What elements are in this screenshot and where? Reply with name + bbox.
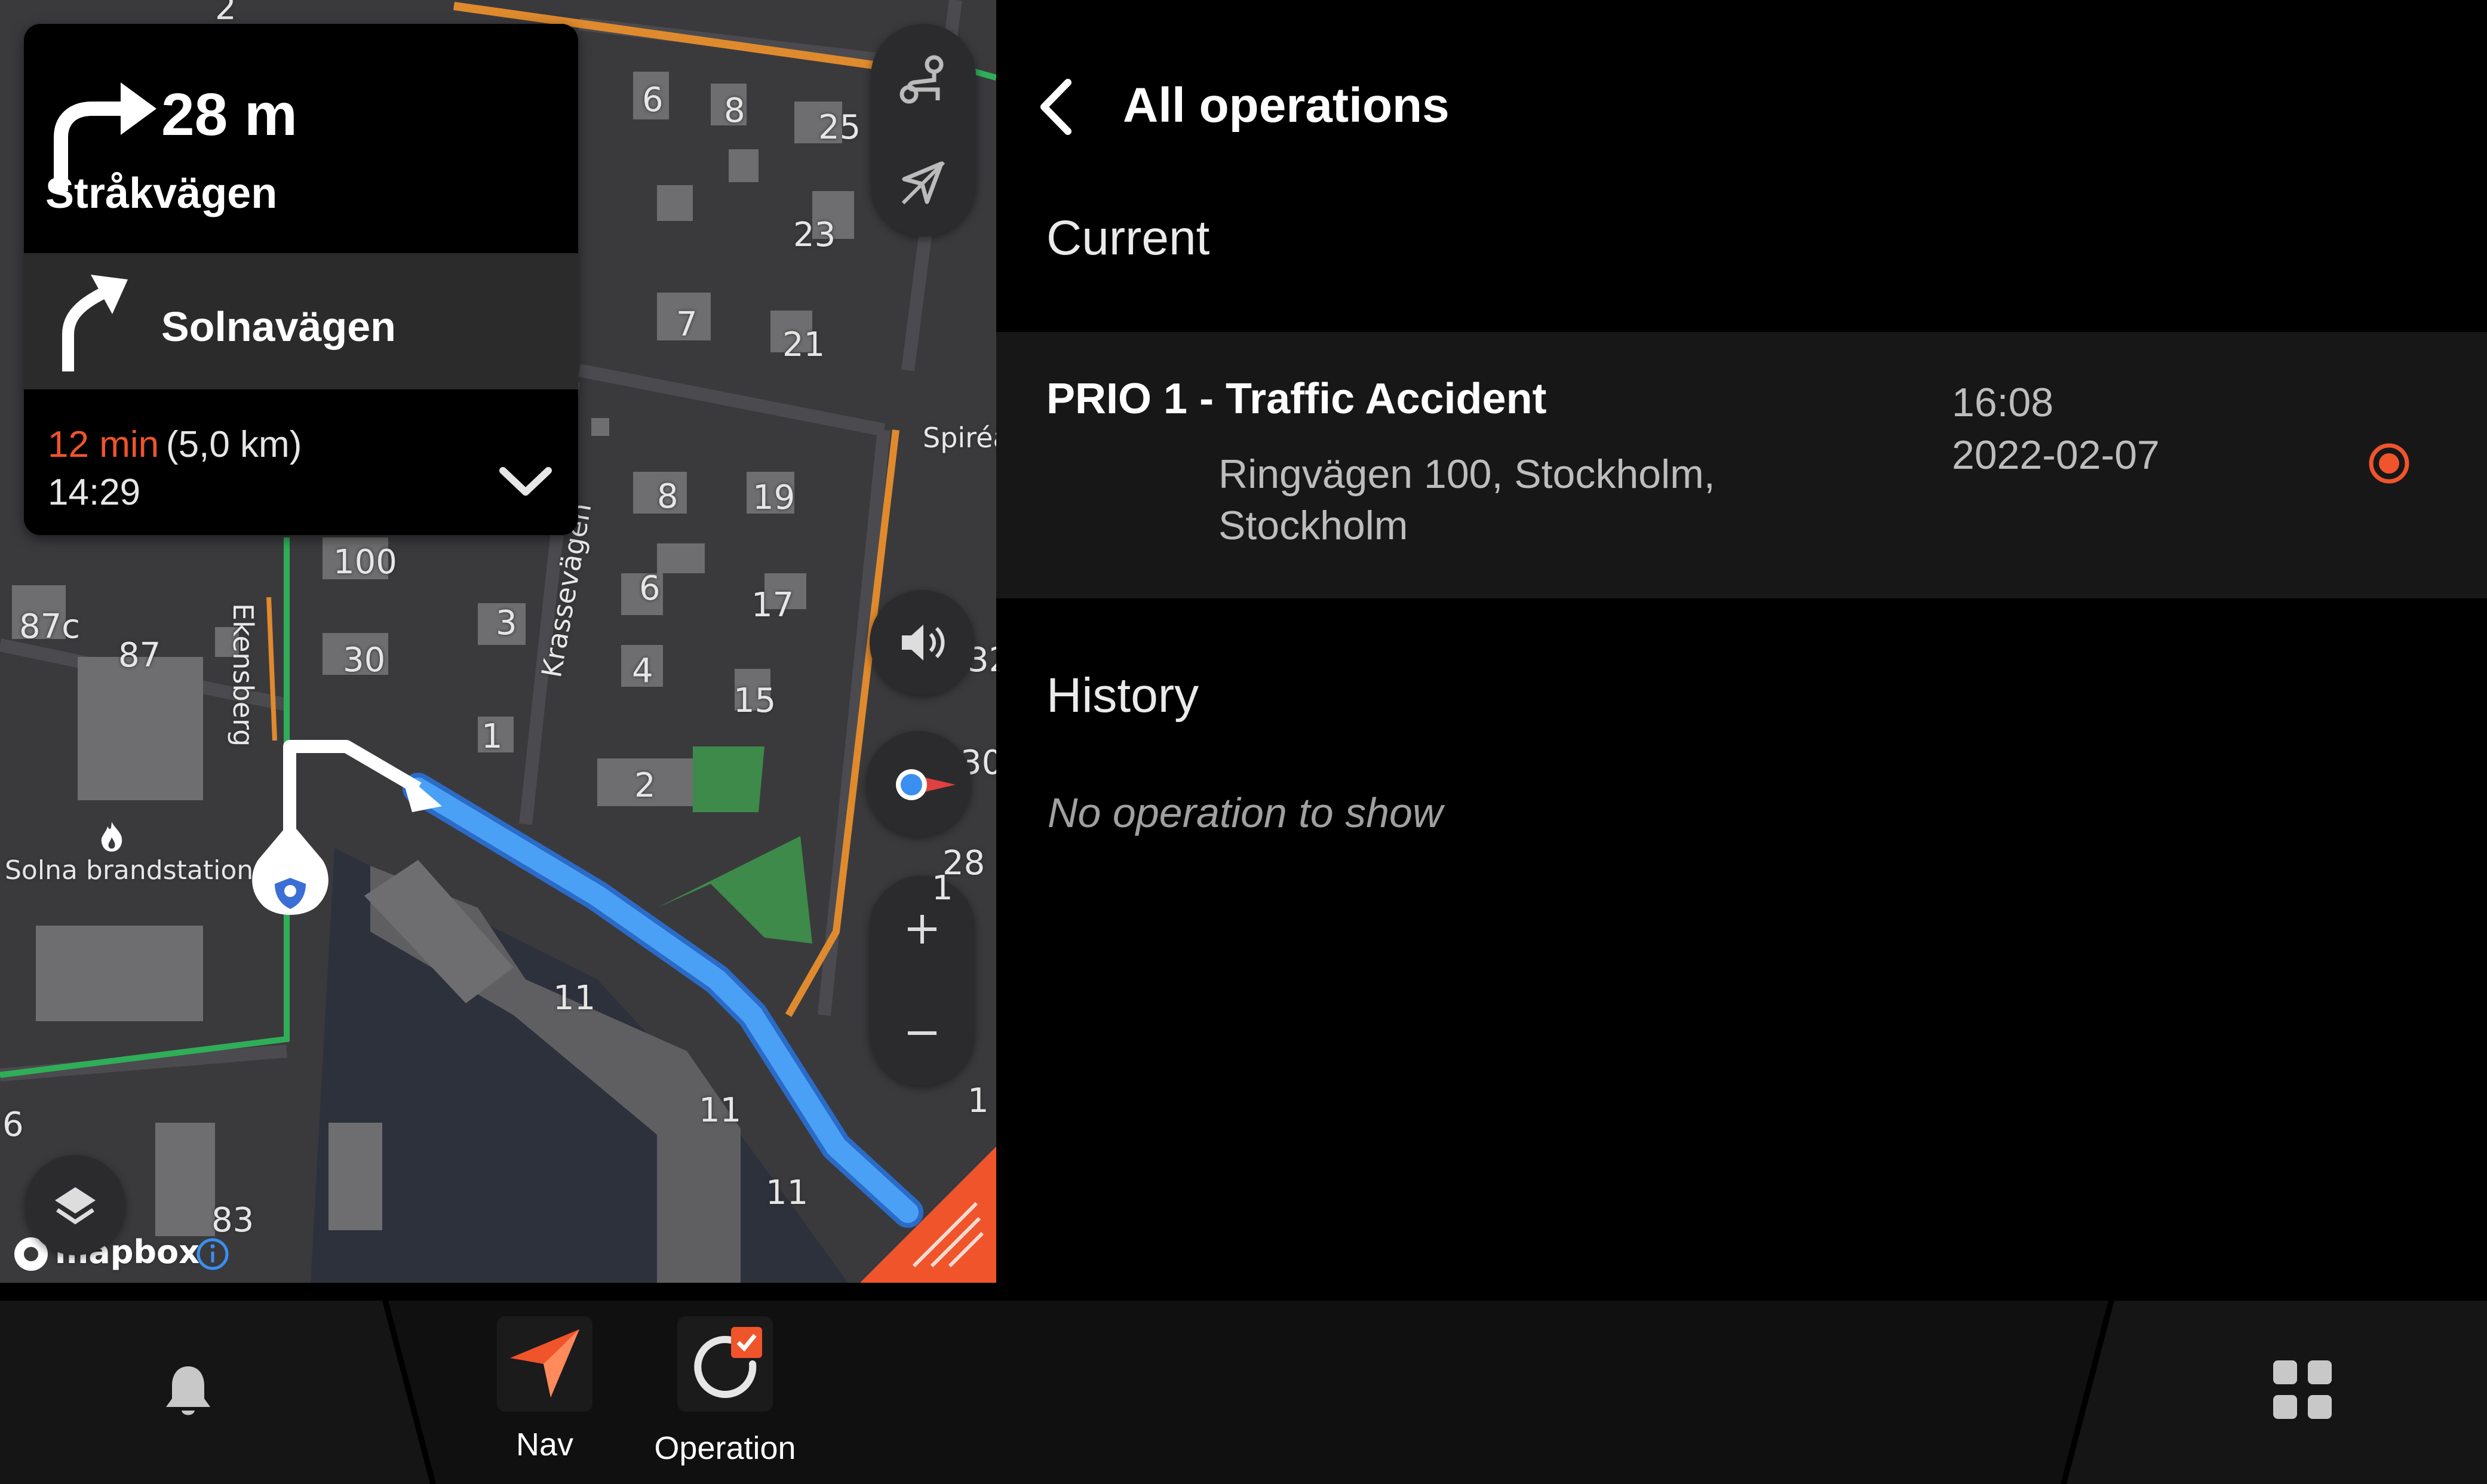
house-number: 1: [968, 1081, 989, 1120]
house-number: 11: [699, 1091, 742, 1130]
house-number: 6: [642, 81, 664, 119]
house-number: 19: [753, 478, 796, 517]
eta-distance: (5,0 km): [166, 424, 302, 465]
route-icon: [899, 55, 944, 104]
house-number: 1: [481, 717, 503, 756]
house-number: 11: [553, 979, 596, 1018]
operation-date: 2022-02-07: [1952, 432, 2160, 478]
street-label: Spiréa: [923, 422, 996, 454]
house-number: 87c: [19, 607, 81, 646]
operation-tab-label: Operation: [654, 1430, 796, 1466]
eta-time: 14:29: [48, 472, 141, 513]
layers-button[interactable]: [25, 1155, 125, 1255]
house-number: 11: [766, 1173, 809, 1212]
bell-icon[interactable]: [161, 1360, 215, 1420]
history-section-header: History: [1046, 668, 1199, 723]
layers-icon: [55, 1187, 96, 1225]
maneuver-street: Stråkvägen: [45, 170, 278, 217]
house-number: 87: [118, 636, 161, 675]
fire-station-icon: [101, 822, 122, 852]
nav-tab-label: Nav: [515, 1427, 574, 1463]
house-number: 30: [343, 641, 386, 680]
next-maneuver-street: Solnavägen: [161, 303, 396, 350]
house-number: 17: [751, 586, 794, 625]
volume-button[interactable]: [870, 590, 975, 695]
page-title: All operations: [1123, 78, 1450, 133]
operation-address-line2: Stockholm: [1218, 503, 1408, 548]
volume-icon: [902, 625, 945, 660]
grid-icon[interactable]: [2270, 1357, 2335, 1422]
operations-panel: All operations Current PRIO 1 - Traffic …: [996, 0, 2487, 1283]
nav-tab-button[interactable]: [497, 1316, 592, 1412]
minus-icon[interactable]: [904, 1015, 940, 1051]
house-number: 100: [333, 543, 397, 582]
operation-icon: [694, 1327, 762, 1398]
house-number: 8: [724, 91, 745, 130]
active-operation-radio-icon[interactable]: [2364, 438, 2414, 488]
route-options-button[interactable]: [871, 24, 976, 236]
house-number: 6: [2, 1105, 24, 1144]
operation-title: PRIO 1 - Traffic Accident: [1046, 375, 1547, 423]
house-number: 8: [657, 477, 678, 516]
house-number: 3: [496, 604, 517, 643]
bottom-nav-bar: Nav Operation: [0, 1283, 2487, 1484]
info-icon[interactable]: [195, 1236, 231, 1272]
operation-row[interactable]: PRIO 1 - Traffic Accident Ringvägen 100,…: [996, 332, 2487, 598]
house-number: 23: [793, 216, 836, 254]
current-section-header: Current: [1046, 211, 1210, 265]
operation-tab-button[interactable]: [677, 1316, 773, 1412]
plus-icon[interactable]: [904, 911, 940, 947]
chevron-left-icon[interactable]: [1033, 74, 1081, 140]
operation-time: 16:08: [1952, 380, 2054, 425]
house-number: 21: [782, 325, 825, 364]
house-number: 83: [211, 1201, 254, 1240]
recenter-button[interactable]: [866, 731, 971, 836]
navigation-arrow-icon: [510, 1329, 579, 1397]
house-number: 7: [676, 305, 698, 344]
fire-station-label: Solna brandstation: [5, 855, 254, 886]
map-view[interactable]: Ekensberg Krassevägen Spiréa Lö 6 8 25 2…: [0, 0, 996, 1283]
chevron-down-icon[interactable]: [496, 461, 555, 503]
house-number: 1: [932, 869, 953, 908]
navigation-off-icon: [901, 161, 945, 205]
eta-duration: 12 min: [48, 424, 159, 465]
maneuver-card[interactable]: 28 m Stråkvägen Solnavägen 12 min (5,0 k…: [24, 24, 578, 535]
house-number: 6: [639, 569, 661, 608]
bear-right-icon: [62, 275, 128, 371]
next-maneuver: Solnavägen: [24, 253, 578, 389]
house-number: 2: [215, 0, 237, 27]
house-number: 2: [634, 766, 656, 805]
eta-section: 12 min (5,0 km) 14:29: [24, 389, 578, 535]
house-number: 15: [733, 681, 776, 720]
bottom-bar-background: [0, 1283, 2487, 1484]
operation-address: Ringvägen 100, Stockholm,: [1218, 451, 1715, 497]
street-label: Ekensberg: [227, 603, 259, 747]
house-number: 4: [632, 652, 653, 690]
compass-icon: [896, 769, 956, 800]
maneuver-distance: 28 m: [161, 81, 297, 148]
vehicle-position-icon: [252, 822, 328, 915]
primary-maneuver: 28 m Stråkvägen: [24, 24, 578, 253]
zoom-controls[interactable]: [870, 875, 975, 1086]
history-empty-message: No operation to show: [1048, 789, 1443, 836]
house-number: 25: [818, 108, 861, 147]
